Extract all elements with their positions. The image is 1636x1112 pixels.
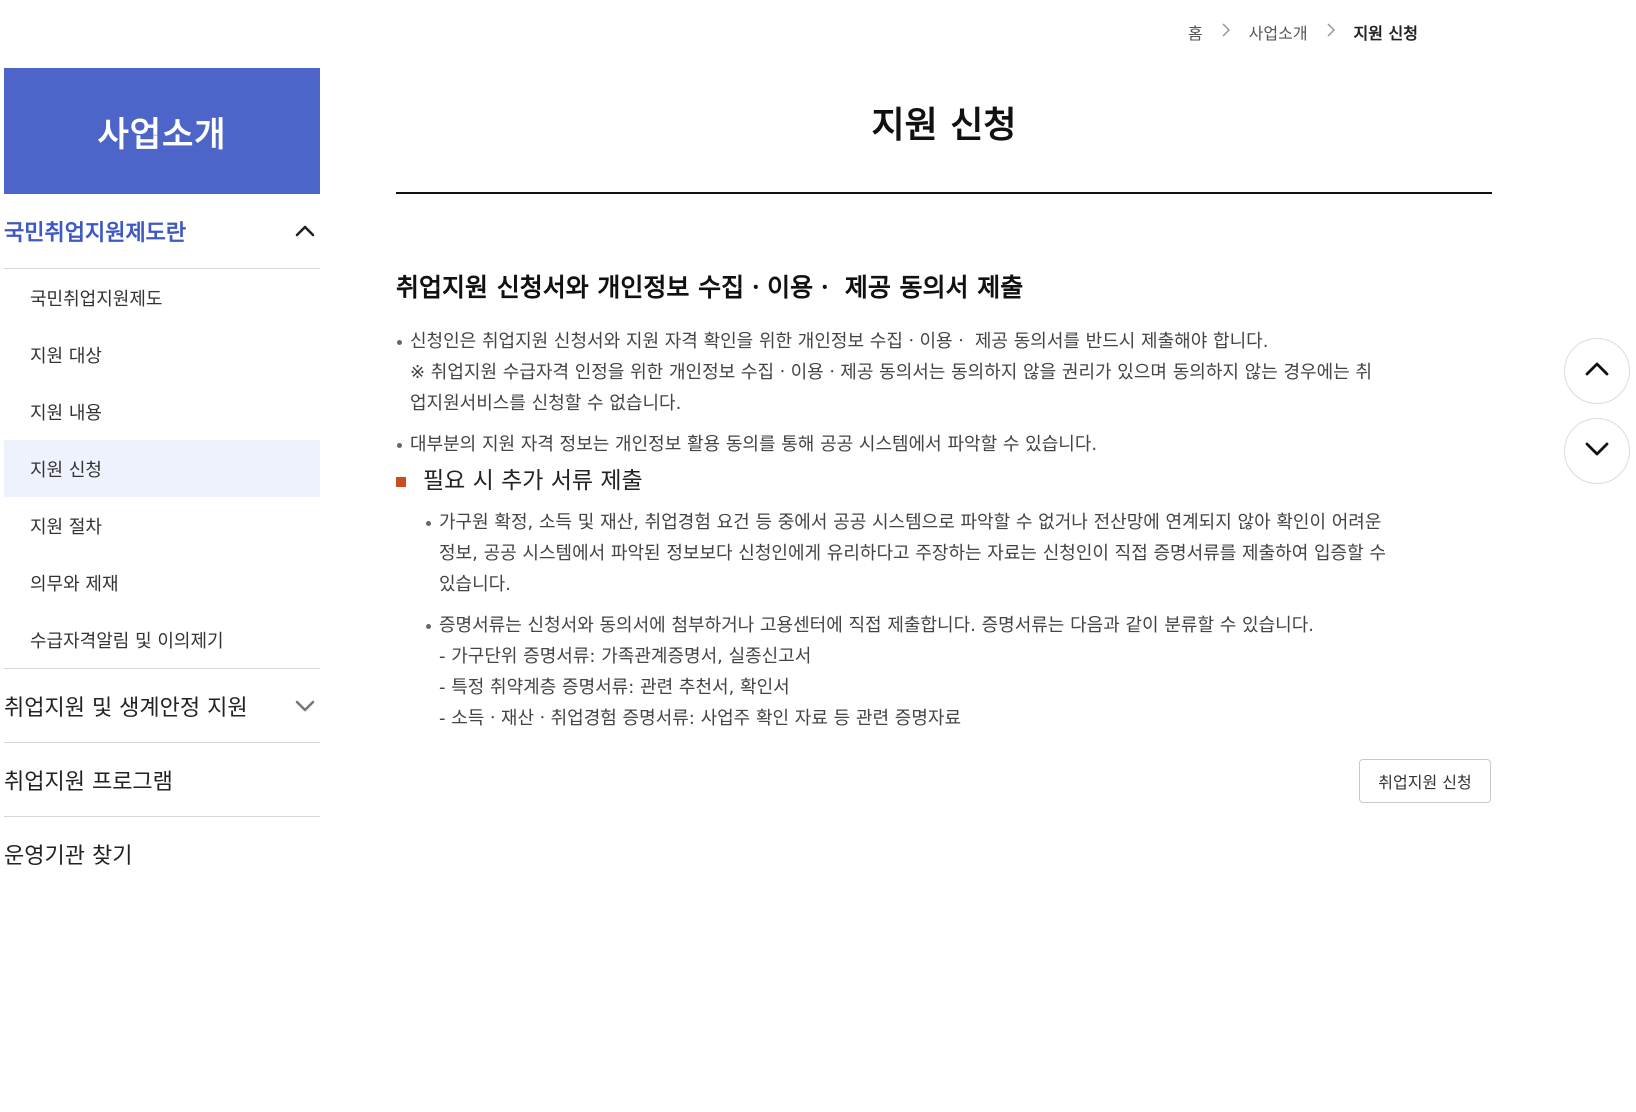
sidebar-item-label: 의무와 제재	[30, 573, 119, 595]
breadcrumb-home[interactable]: 홈	[1188, 20, 1203, 44]
list-item: 가구원 확정, 소득 및 재산, 취업경험 요건 등 중에서 공공 시스템으로 …	[425, 507, 1492, 600]
title-divider	[396, 192, 1492, 194]
sub-heading: 필요 시 추가 서류 제출	[396, 466, 1492, 497]
breadcrumb-current: 지원 신청	[1353, 24, 1418, 43]
apply-button[interactable]: 취업지원 신청	[1359, 759, 1491, 803]
chevron-right-icon	[1221, 23, 1231, 41]
sidebar-group-label: 운영기관 찾기	[4, 844, 133, 869]
sidebar-item-procedure[interactable]: 지원 절차	[4, 497, 320, 554]
sidebar-item-label: 지원 내용	[30, 402, 102, 424]
chevron-right-icon	[1326, 23, 1336, 41]
scroll-bottom-button[interactable]	[1564, 418, 1630, 484]
bullet-text: 가구원 확정, 소득 및 재산, 취업경험 요건 등 중에서 공공 시스템으로 …	[439, 512, 1382, 533]
sidebar-item-label: 지원 절차	[30, 516, 102, 538]
sidebar-group-label: 취업지원 및 생계안정 지원	[4, 695, 248, 721]
sidebar: 사업소개 국민취업지원제도란 국민취업지원제도 지원 대상 지원 내용 지원 신…	[4, 68, 320, 891]
sidebar-title: 사업소개	[4, 68, 320, 194]
bullet-text: 대부분의 지원 자격 정보는 개인정보 활용 동의를 통해 공공 시스템에서 파…	[410, 434, 1098, 455]
bullet-text: 신청인은 취업지원 신청서와 지원 자격 확인을 위한 개인정보 수집ㆍ이용ㆍ …	[410, 331, 1269, 352]
bullet-text: 증명서류는 신청서와 동의서에 첨부하거나 고용센터에 직접 제출합니다. 증명…	[439, 615, 1314, 636]
sidebar-item-label: 국민취업지원제도	[30, 288, 163, 310]
bullet-note: 업지원서비스를 신청할 수 없습니다.	[410, 393, 682, 414]
sidebar-group-intro[interactable]: 국민취업지원제도란	[4, 194, 320, 269]
breadcrumb: 홈 사업소개 지원 신청	[1188, 20, 1418, 44]
sidebar-item-target[interactable]: 지원 대상	[4, 326, 320, 383]
chevron-down-icon[interactable]	[294, 695, 316, 717]
sidebar-item-notice[interactable]: 수급자격알림 및 이의제기	[4, 611, 320, 668]
sidebar-item-duties[interactable]: 의무와 제재	[4, 554, 320, 611]
sidebar-item-label: 수급자격알림 및 이의제기	[30, 630, 224, 652]
page-title: 지원 신청	[871, 105, 1017, 146]
sidebar-group-label: 취업지원 프로그램	[4, 769, 173, 795]
bullet-text: 정보, 공공 시스템에서 파악된 정보보다 신청인에게 유리하다고 주장하는 자…	[439, 543, 1386, 564]
sub-heading-text: 필요 시 추가 서류 제출	[423, 468, 643, 494]
sidebar-group-agency[interactable]: 운영기관 찾기	[4, 817, 320, 891]
chevron-up-icon[interactable]	[294, 220, 316, 242]
bullet-note: ※ 취업지원 수급자격 인정을 위한 개인정보 수집ㆍ이용ㆍ제공 동의서는 동의…	[410, 362, 1373, 383]
bullet-text: 있습니다.	[439, 574, 511, 595]
arrow-down-icon	[1584, 441, 1610, 461]
square-bullet-icon	[396, 476, 406, 487]
sidebar-item-label: 지원 대상	[30, 345, 102, 367]
sidebar-group-label: 국민취업지원제도란	[4, 221, 187, 246]
doc-type-item: - 소득ㆍ재산ㆍ취업경험 증명서류: 사업주 확인 자료 등 관련 증명자료	[439, 708, 962, 729]
sidebar-item-apply[interactable]: 지원 신청	[4, 440, 320, 497]
breadcrumb-parent[interactable]: 사업소개	[1249, 20, 1308, 44]
section-heading: 취업지원 신청서와 개인정보 수집ㆍ이용ㆍ 제공 동의서 제출	[396, 273, 1024, 302]
sidebar-item-label: 지원 신청	[30, 459, 102, 481]
list-item: 대부분의 지원 자격 정보는 개인정보 활용 동의를 통해 공공 시스템에서 파…	[396, 429, 1492, 460]
list-item: 신청인은 취업지원 신청서와 지원 자격 확인을 위한 개인정보 수집ㆍ이용ㆍ …	[396, 326, 1492, 419]
sidebar-item-system[interactable]: 국민취업지원제도	[4, 269, 320, 326]
doc-type-item: - 특정 취약계층 증명서류: 관련 추천서, 확인서	[439, 677, 790, 698]
list-item: 증명서류는 신청서와 동의서에 첨부하거나 고용센터에 직접 제출합니다. 증명…	[425, 610, 1492, 641]
sidebar-group-program[interactable]: 취업지원 프로그램	[4, 743, 320, 817]
sidebar-item-content[interactable]: 지원 내용	[4, 383, 320, 440]
arrow-up-icon	[1584, 361, 1610, 381]
content-body: 신청인은 취업지원 신청서와 지원 자격 확인을 위한 개인정보 수집ㆍ이용ㆍ …	[396, 326, 1492, 734]
sidebar-subnav: 국민취업지원제도 지원 대상 지원 내용 지원 신청 지원 절차 의무와 제재 …	[4, 269, 320, 669]
scroll-top-button[interactable]	[1564, 338, 1630, 404]
doc-type-item: - 가구단위 증명서류: 가족관계증명서, 실종신고서	[439, 646, 812, 667]
sidebar-group-support[interactable]: 취업지원 및 생계안정 지원	[4, 669, 320, 743]
